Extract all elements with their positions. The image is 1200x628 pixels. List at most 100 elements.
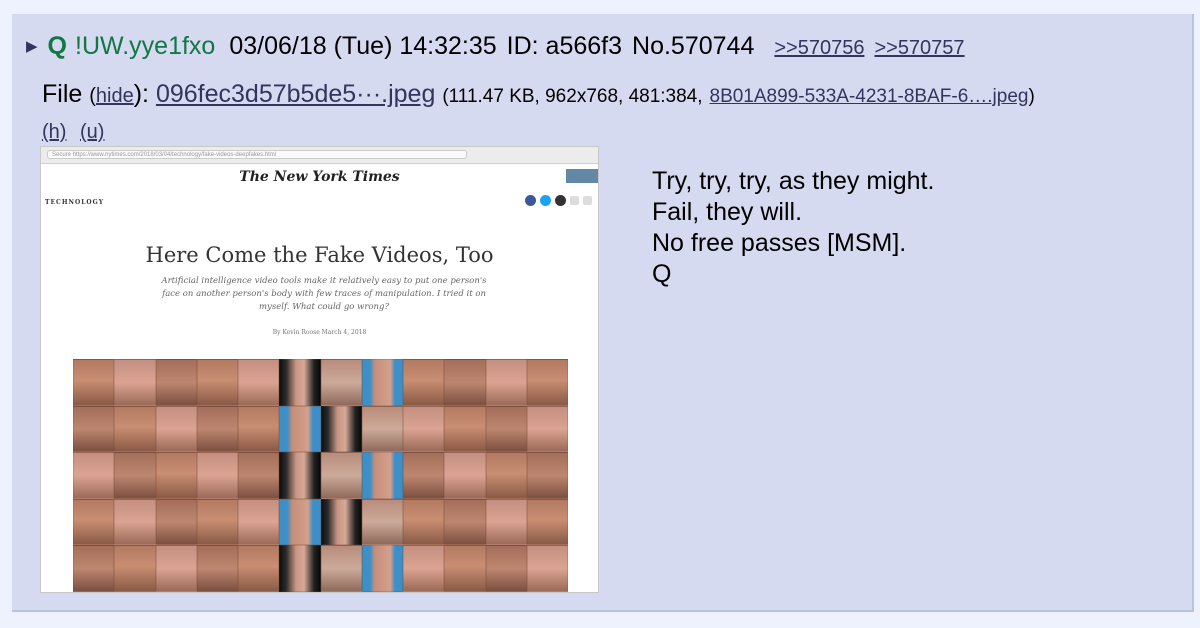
face-tile [361,359,403,406]
screenshot-url: Secure https://www.nytimes.com/2018/03/0… [47,150,467,159]
message-signature: Q [652,260,672,288]
reply-backlink[interactable]: >>570756 [774,30,864,66]
face-tile [444,452,486,499]
face-tile [196,359,238,406]
face-tile [485,452,527,499]
face-tile [403,498,445,546]
face-tile [238,452,280,499]
face-tile [73,545,115,592]
message-line: Try, try, try, as they might. [652,167,935,195]
face-tile [279,405,321,453]
face-tile [114,545,156,592]
face-tile [444,545,486,592]
face-tile [485,498,527,546]
face-tile [526,545,568,592]
face-tile [526,452,568,499]
face-tile [403,405,445,453]
bookmark-icon [570,196,579,205]
message-line: Fail, they will. [652,198,803,226]
article-section: TECHNOLOGY [45,199,105,206]
face-tile [155,359,197,406]
face-tile [361,498,403,546]
tripcode: !UW.yye1fxo [75,32,216,60]
original-filename-link[interactable]: 8B01A899-533A-4231-8BAF-6….jpeg [710,86,1029,107]
file-label: File [42,80,83,108]
facebook-icon [525,195,536,206]
face-tile [279,498,321,546]
file-info-line: File (hide): 096fec3d57b5de5···.jpeg (11… [42,76,1035,115]
face-tile [444,498,486,546]
face-tile [238,359,280,406]
face-tile [73,498,115,546]
hide-paren-close: ): [133,80,150,108]
screenshot-browser-bar: Secure https://www.nytimes.com/2018/03/0… [41,147,598,164]
face-tile [114,359,156,406]
reply-backlink[interactable]: >>570757 [874,30,964,66]
face-tile [320,452,362,499]
face-tile [279,545,321,592]
face-tile [155,498,197,546]
face-tile [73,359,115,406]
face-tile [361,405,403,453]
post-date: 03/06/18 (Tue) 14:32:35 [229,32,497,60]
file-actions: (h) (u) [42,118,112,146]
face-tile [238,405,280,453]
face-tile [485,405,527,453]
file-metadata-close: ) [1028,86,1035,107]
comment-icon [583,196,592,205]
post-number[interactable]: No.570744 [632,28,754,64]
face-tile [196,405,238,453]
hash-action-link[interactable]: (h) [42,121,66,143]
face-tile [73,452,115,499]
face-tile [526,498,568,546]
face-tile [155,452,197,499]
face-tile [114,452,156,499]
face-tile [114,498,156,546]
article-byline: By Kevin Roose March 4, 2018 [272,329,367,336]
file-metadata: (111.47 KB, 962x768, 481:384, [442,86,703,107]
face-tile [320,359,362,406]
face-tile [279,452,321,499]
face-tile [196,452,238,499]
face-tile [526,359,568,406]
message-line: No free passes [MSM]. [652,229,907,257]
share-icons [525,195,592,206]
face-tile [444,359,486,406]
face-tile [361,545,403,592]
site-logo: The New York Times [239,169,400,185]
face-tile [320,405,362,453]
hide-file-link[interactable]: hide [96,85,134,107]
face-tile [279,359,321,406]
poster-id[interactable]: ID: a566f3 [507,28,622,64]
face-tile [114,405,156,453]
face-tile [485,359,527,406]
face-tile [196,545,238,592]
face-tile [73,405,115,453]
face-tile [238,498,280,546]
face-collage-image [73,359,568,592]
file-name-link[interactable]: 096fec3d57b5de5···.jpeg [156,80,435,108]
face-tile [361,452,403,499]
face-tile [320,545,362,592]
email-icon [555,195,566,206]
face-tile [444,405,486,453]
face-tile [320,498,362,546]
poster-name: Q [47,32,67,60]
twitter-icon [540,195,551,206]
face-tile [196,498,238,546]
post-header: ▶ Q !UW.yye1fxo 03/06/18 (Tue) 14:32:35 … [26,28,965,68]
unique-action-link[interactable]: (u) [80,121,104,143]
hide-paren-open: ( [89,85,96,107]
face-tile [238,545,280,592]
face-tile [403,359,445,406]
face-tile [403,452,445,499]
article-headline: Here Come the Fake Videos, Too [145,243,494,267]
post-menu-arrow-icon[interactable]: ▶ [26,29,38,65]
subscribe-button-graphic [566,169,598,183]
face-tile [155,545,197,592]
face-tile [155,405,197,453]
face-tile [403,545,445,592]
face-tile [485,545,527,592]
post-image-thumbnail[interactable]: Secure https://www.nytimes.com/2018/03/0… [40,146,599,593]
post-container: ▶ Q !UW.yye1fxo 03/06/18 (Tue) 14:32:35 … [12,14,1194,612]
